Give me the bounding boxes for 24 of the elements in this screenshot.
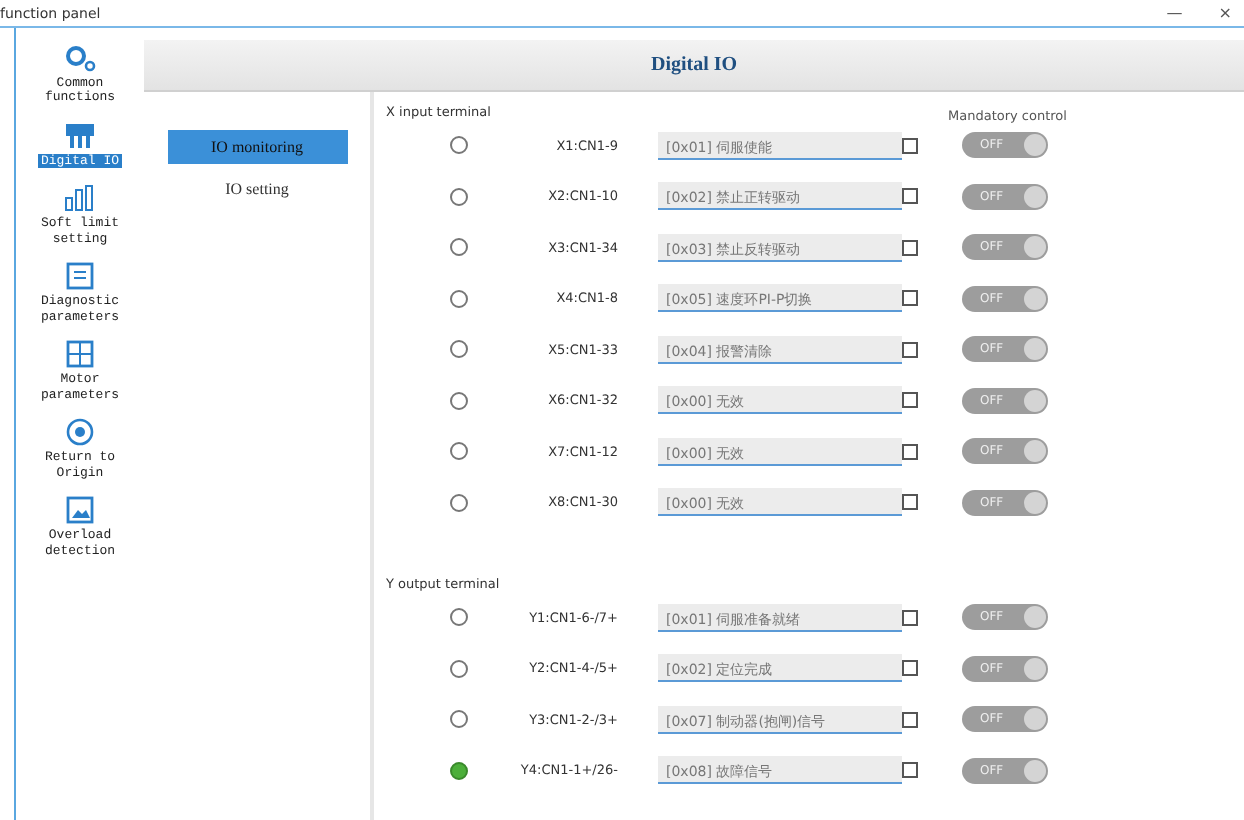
checkbox[interactable] bbox=[902, 660, 918, 677]
checkbox[interactable] bbox=[902, 494, 918, 511]
page-title: Digital IO bbox=[650, 54, 738, 76]
checkbox[interactable] bbox=[902, 392, 918, 409]
image-icon bbox=[66, 496, 94, 525]
grid-icon bbox=[66, 340, 94, 369]
checkbox[interactable] bbox=[902, 609, 918, 626]
nav-tab[interactable]: IO setting bbox=[167, 172, 347, 206]
checkbox[interactable] bbox=[902, 137, 918, 154]
nav-tab[interactable]: IO monitoring bbox=[167, 130, 347, 164]
bar-chart-icon bbox=[64, 184, 96, 213]
checkbox[interactable] bbox=[902, 188, 918, 205]
list-icon bbox=[66, 262, 94, 291]
checkbox[interactable] bbox=[902, 290, 918, 307]
connector-icon bbox=[64, 121, 96, 150]
checkbox[interactable] bbox=[902, 443, 918, 460]
target-icon bbox=[66, 418, 94, 447]
checkbox[interactable] bbox=[902, 711, 918, 728]
checkbox[interactable] bbox=[902, 239, 918, 256]
gears-icon bbox=[64, 44, 96, 72]
minimize-button[interactable]: — bbox=[1166, 4, 1183, 22]
close-button[interactable]: × bbox=[1218, 4, 1232, 22]
checkbox[interactable] bbox=[902, 762, 918, 779]
checkbox[interactable] bbox=[902, 341, 918, 358]
